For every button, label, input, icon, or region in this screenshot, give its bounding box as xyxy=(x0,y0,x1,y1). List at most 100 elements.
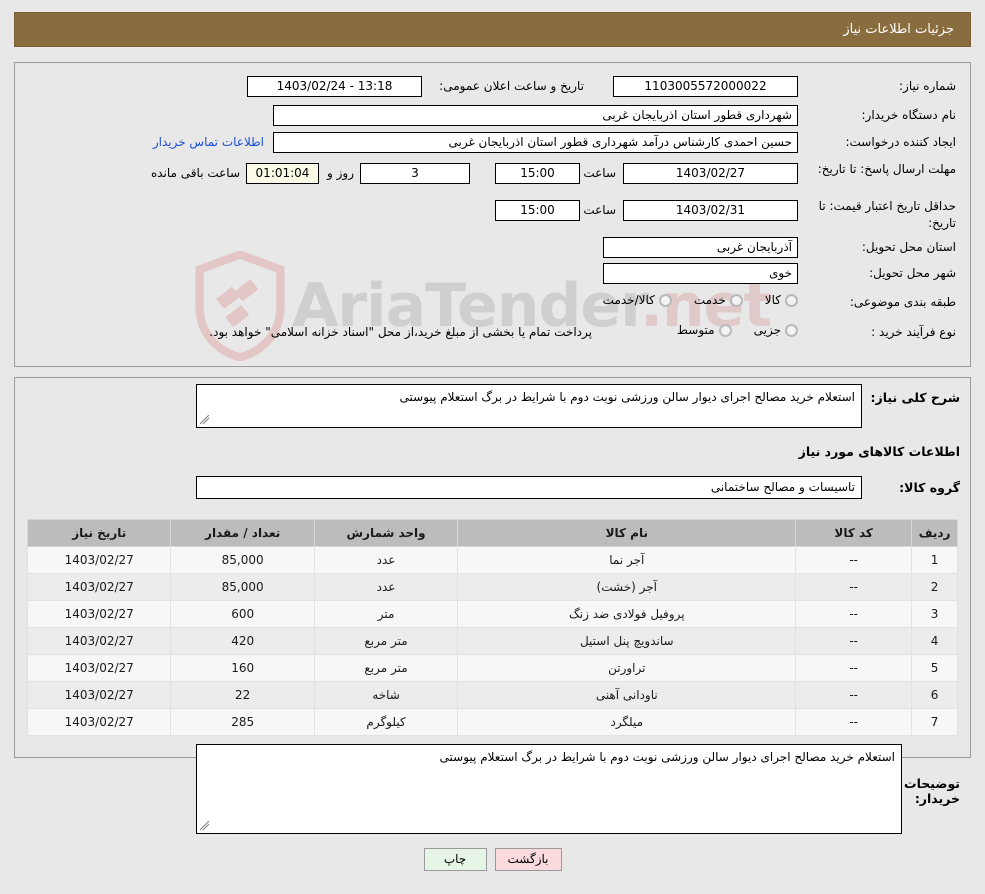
items-table-wrapper: ردیف کد کالا نام کالا واحد شمارش تعداد /… xyxy=(26,519,958,736)
need-details-panel: شرح کلی نیاز: استعلام خرید مصالح اجرای د… xyxy=(14,377,971,834)
cell-date: 1403/02/27 xyxy=(26,681,172,709)
cell-code: -- xyxy=(795,573,913,601)
cell-code: -- xyxy=(795,627,913,655)
cell-qty: 420 xyxy=(170,627,315,655)
table-row: 6 -- ناودانی آهنی شاخه 22 1403/02/27 xyxy=(26,681,958,709)
category-radio-khedmat[interactable]: خدمت xyxy=(694,293,743,307)
cell-code: -- xyxy=(795,600,913,628)
cell-name: تراورتن xyxy=(457,654,797,682)
radio-circle-icon xyxy=(658,293,672,307)
buyer-org-value: شهرداری قطور استان اذربایجان غربی xyxy=(273,105,798,126)
print-button[interactable]: چاپ xyxy=(423,848,487,871)
radio-circle-icon xyxy=(785,293,798,307)
need-summary-textarea[interactable]: استعلام خرید مصالح اجرای دیوار سالن ورزش… xyxy=(196,384,862,428)
remaining-days-label: روز و xyxy=(327,166,354,180)
col-header-row: ردیف xyxy=(911,519,958,547)
cell-date: 1403/02/27 xyxy=(26,600,172,628)
radio-circle-icon xyxy=(729,293,743,307)
col-header-name: نام کالا xyxy=(457,519,797,547)
cell-qty: 600 xyxy=(170,600,315,628)
col-header-code: کد کالا xyxy=(795,519,913,547)
delivery-province-label: استان محل تحویل: xyxy=(861,240,956,254)
table-row: 3 -- پروفیل فولادی ضد زنگ متر 600 1403/0… xyxy=(26,600,958,628)
announce-datetime-value: 13:18 - 1403/02/24 xyxy=(247,76,422,97)
cell-date: 1403/02/27 xyxy=(26,546,172,574)
col-header-qty: تعداد / مقدار xyxy=(170,519,315,547)
cell-qty: 85,000 xyxy=(170,546,315,574)
process-radio-motavasset[interactable]: متوسط xyxy=(677,323,732,337)
col-header-date: تاریخ نیاز xyxy=(26,519,172,547)
cell-row: 6 xyxy=(911,681,958,709)
delivery-province-value: آذربایجان غربی xyxy=(603,237,798,258)
table-row: 2 -- آجر (خشت) عدد 85,000 1403/02/27 xyxy=(26,573,958,601)
process-option-label: جزیی xyxy=(753,323,781,337)
items-section-title: اطلاعات کالاهای مورد نیاز xyxy=(798,444,960,459)
cell-row: 5 xyxy=(911,654,958,682)
items-table-body: 1 -- آجر نما عدد 85,000 1403/02/27 2 -- … xyxy=(26,546,958,736)
table-row: 5 -- تراورتن متر مربع 160 1403/02/27 xyxy=(26,654,958,682)
cell-unit: متر مربع xyxy=(313,627,459,655)
cell-date: 1403/02/27 xyxy=(26,708,172,736)
cell-qty: 285 xyxy=(170,708,315,736)
response-deadline-date: 1403/02/27 xyxy=(623,163,798,184)
price-validity-label: حداقل تاریخ اعتبار قیمت: تا تاریخ: xyxy=(818,199,956,230)
goods-group-value: تاسیسات و مصالح ساختمانی xyxy=(710,480,855,494)
radio-circle-icon xyxy=(718,323,732,337)
cell-row: 1 xyxy=(911,546,958,574)
page-title: جزئیات اطلاعات نیاز xyxy=(843,22,954,37)
cell-code: -- xyxy=(795,708,913,736)
need-summary-value: استعلام خرید مصالح اجرای دیوار سالن ورزش… xyxy=(399,390,855,404)
goods-group-label: گروه کالا: xyxy=(899,480,960,495)
creator-value: حسین احمدی کارشناس درآمد شهرداری قطور اس… xyxy=(273,132,798,153)
table-row: 7 -- میلگرد کیلوگرم 285 1403/02/27 xyxy=(26,708,958,736)
table-row: 1 -- آجر نما عدد 85,000 1403/02/27 xyxy=(26,546,958,574)
process-type-label: نوع فرآیند خرید : xyxy=(871,325,956,339)
buyer-notes-value: استعلام خرید مصالح اجرای دیوار سالن ورزش… xyxy=(439,750,895,764)
cell-unit: شاخه xyxy=(313,681,459,709)
back-button[interactable]: بازگشت xyxy=(494,848,562,871)
category-option-label: کالا xyxy=(764,293,781,307)
cell-qty: 22 xyxy=(170,681,315,709)
cell-row: 3 xyxy=(911,600,958,628)
category-label: طبقه بندی موضوعی: xyxy=(849,295,956,309)
response-hour-label: ساعت xyxy=(583,166,616,180)
category-option-label: خدمت xyxy=(693,293,726,307)
process-type-radio-group: جزیی متوسط xyxy=(659,323,798,337)
cell-code: -- xyxy=(795,681,913,709)
cell-unit: کیلوگرم xyxy=(313,708,459,736)
cell-name: آجر (خشت) xyxy=(457,573,797,601)
need-number-label: شماره نیاز: xyxy=(899,79,956,93)
process-note: پرداخت تمام یا بخشی از مبلغ خرید،از محل … xyxy=(209,325,592,339)
need-number-value: 1103005572000022 xyxy=(613,76,798,97)
page-header-bar: جزئیات اطلاعات نیاز xyxy=(14,12,971,47)
buyer-notes-textarea[interactable]: استعلام خرید مصالح اجرای دیوار سالن ورزش… xyxy=(196,744,902,834)
resize-grip-icon[interactable] xyxy=(200,415,210,425)
need-info-panel: شماره نیاز: 1103005572000022 تاریخ و ساع… xyxy=(14,62,971,367)
price-validity-date: 1403/02/31 xyxy=(623,200,798,221)
remaining-days-value: 3 xyxy=(360,163,470,184)
response-deadline-label: مهلت ارسال پاسخ: تا تاریخ: xyxy=(817,162,956,176)
cell-date: 1403/02/27 xyxy=(26,627,172,655)
delivery-city-value: خوی xyxy=(603,263,798,284)
cell-qty: 160 xyxy=(170,654,315,682)
creator-label: ایجاد کننده درخواست: xyxy=(845,135,956,149)
cell-row: 4 xyxy=(911,627,958,655)
resize-grip-icon[interactable] xyxy=(200,821,210,831)
category-radio-kala[interactable]: کالا xyxy=(765,293,798,307)
cell-code: -- xyxy=(795,654,913,682)
process-option-label: متوسط xyxy=(676,323,715,337)
cell-unit: عدد xyxy=(313,573,459,601)
items-table: ردیف کد کالا نام کالا واحد شمارش تعداد /… xyxy=(26,519,958,736)
buyer-contact-link[interactable]: اطلاعات تماس خریدار xyxy=(153,135,264,149)
cell-date: 1403/02/27 xyxy=(26,654,172,682)
remaining-countdown-timer: 01:01:04 xyxy=(246,163,319,184)
cell-row: 7 xyxy=(911,708,958,736)
cell-name: آجر نما xyxy=(457,546,797,574)
process-radio-jozi[interactable]: جزیی xyxy=(754,323,798,337)
need-summary-label: شرح کلی نیاز: xyxy=(870,390,960,405)
category-radio-kala-khedmat[interactable]: کالا/خدمت xyxy=(603,293,672,307)
cell-name: ناودانی آهنی xyxy=(457,681,797,709)
remaining-suffix-label: ساعت باقی مانده xyxy=(150,166,240,180)
buyer-org-label: نام دستگاه خریدار: xyxy=(861,108,957,122)
cell-code: -- xyxy=(795,546,913,574)
